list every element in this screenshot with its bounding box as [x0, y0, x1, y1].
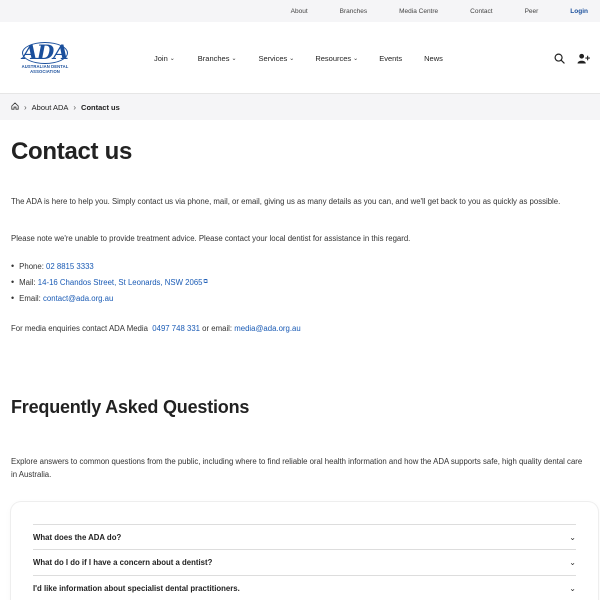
search-icon[interactable] — [552, 51, 566, 65]
nav-item-services[interactable]: Services ⌄ — [259, 54, 295, 63]
ada-logo[interactable]: ADA AUSTRALIAN DENTAL ASSOCIATION — [18, 42, 72, 80]
phone-link[interactable]: 02 8815 3333 — [46, 262, 94, 271]
faq-item-concern[interactable]: What do I do if I have a concern about a… — [33, 550, 576, 576]
breadcrumb-separator-icon: › — [24, 102, 27, 112]
main-nav: ADA AUSTRALIAN DENTAL ASSOCIATION Join ⌄… — [0, 22, 600, 94]
media-email-link[interactable]: media@ada.org.au — [234, 324, 300, 333]
faq-question: What do I do if I have a concern about a… — [33, 558, 213, 567]
nav-item-news[interactable]: News — [424, 54, 443, 63]
nav-item-join[interactable]: Join ⌄ — [154, 54, 175, 63]
media-enquiries: For media enquiries contact ADA Media 04… — [11, 322, 586, 335]
nav-item-resources[interactable]: Resources ⌄ — [315, 54, 358, 63]
chevron-down-icon: ⌄ — [169, 55, 175, 62]
utility-bar: About Branches Media Centre Contact Peer… — [0, 0, 600, 22]
logo-subtitle: AUSTRALIAN DENTAL ASSOCIATION — [18, 64, 72, 74]
faq-item-ada-role[interactable]: What does the ADA do? ⌄ — [33, 524, 576, 550]
utility-link-peer[interactable]: Peer — [525, 8, 539, 15]
media-prefix: For media enquiries contact ADA Media — [11, 324, 148, 333]
breadcrumb-parent[interactable]: About ADA — [32, 103, 69, 112]
contact-mail-label: Mail: — [19, 277, 36, 287]
contact-list: Phone: 02 8815 3333 Mail: 14-16 Chandos … — [11, 258, 208, 306]
faq-item-specialist[interactable]: I'd like information about specialist de… — [33, 576, 576, 600]
nav-item-events[interactable]: Events — [379, 54, 402, 63]
faq-intro: Explore answers to common questions from… — [11, 457, 583, 479]
utility-link-media-centre[interactable]: Media Centre — [399, 8, 438, 15]
main-content: Contact us The ADA is here to help you. … — [0, 120, 600, 600]
external-link-icon: ⧉ — [203, 278, 208, 285]
nav-item-branches[interactable]: Branches ⌄ — [198, 54, 237, 63]
note-paragraph: Please note we're unable to provide trea… — [11, 234, 411, 243]
address-link[interactable]: 14-16 Chandos Street, St Leonards, NSW 2… — [38, 278, 203, 287]
nav-item-label: Events — [379, 53, 403, 63]
contact-phone: Phone: 02 8815 3333 — [11, 258, 208, 274]
faq-accordion: What does the ADA do? ⌄ What do I do if … — [11, 502, 598, 600]
chevron-down-icon: ⌄ — [353, 55, 359, 62]
intro-paragraph: The ADA is here to help you. Simply cont… — [11, 197, 561, 206]
contact-email: Email: contact@ada.org.au — [11, 290, 208, 306]
media-phone-link[interactable]: 0497 748 331 — [152, 324, 200, 333]
nav-item-label: Services — [258, 53, 288, 63]
contact-phone-label: Phone: — [19, 261, 44, 271]
faq-question: I'd like information about specialist de… — [33, 584, 240, 593]
utility-link-branches[interactable]: Branches — [340, 8, 367, 15]
nav-item-label: Join — [154, 53, 168, 63]
primary-nav: Join ⌄ Branches ⌄ Services ⌄ Resources ⌄… — [154, 22, 443, 94]
contact-email-label: Email: — [19, 293, 41, 303]
breadcrumb-separator-icon: › — [73, 102, 77, 112]
nav-item-label: News — [424, 53, 443, 63]
nav-actions — [542, 22, 590, 94]
chevron-down-icon: ⌄ — [569, 558, 576, 567]
chevron-down-icon: ⌄ — [569, 584, 576, 593]
logo-mark: ADA — [22, 40, 68, 64]
chevron-down-icon: ⌄ — [231, 55, 237, 62]
nav-item-label: Resources — [315, 53, 352, 63]
home-icon[interactable] — [11, 102, 19, 112]
login-link[interactable]: Login — [570, 8, 588, 15]
breadcrumb: › About ADA › Contact us — [0, 94, 600, 120]
chevron-down-icon: ⌄ — [569, 532, 576, 542]
faq-title: Frequently Asked Questions — [11, 397, 250, 417]
email-link[interactable]: contact@ada.org.au — [43, 294, 113, 303]
logo-subtitle-line2: ASSOCIATION — [30, 69, 60, 74]
media-middle: or email: — [202, 324, 233, 333]
faq-question: What does the ADA do? — [33, 532, 122, 542]
utility-link-about[interactable]: About — [291, 8, 308, 15]
utility-link-contact[interactable]: Contact — [470, 8, 492, 15]
contact-mail: Mail: 14-16 Chandos Street, St Leonards,… — [11, 274, 208, 290]
breadcrumb-current: Contact us — [81, 102, 120, 112]
nav-item-label: Branches — [197, 53, 230, 63]
add-user-icon[interactable] — [576, 51, 590, 65]
chevron-down-icon: ⌄ — [289, 55, 295, 62]
page-title: Contact us — [11, 138, 133, 165]
